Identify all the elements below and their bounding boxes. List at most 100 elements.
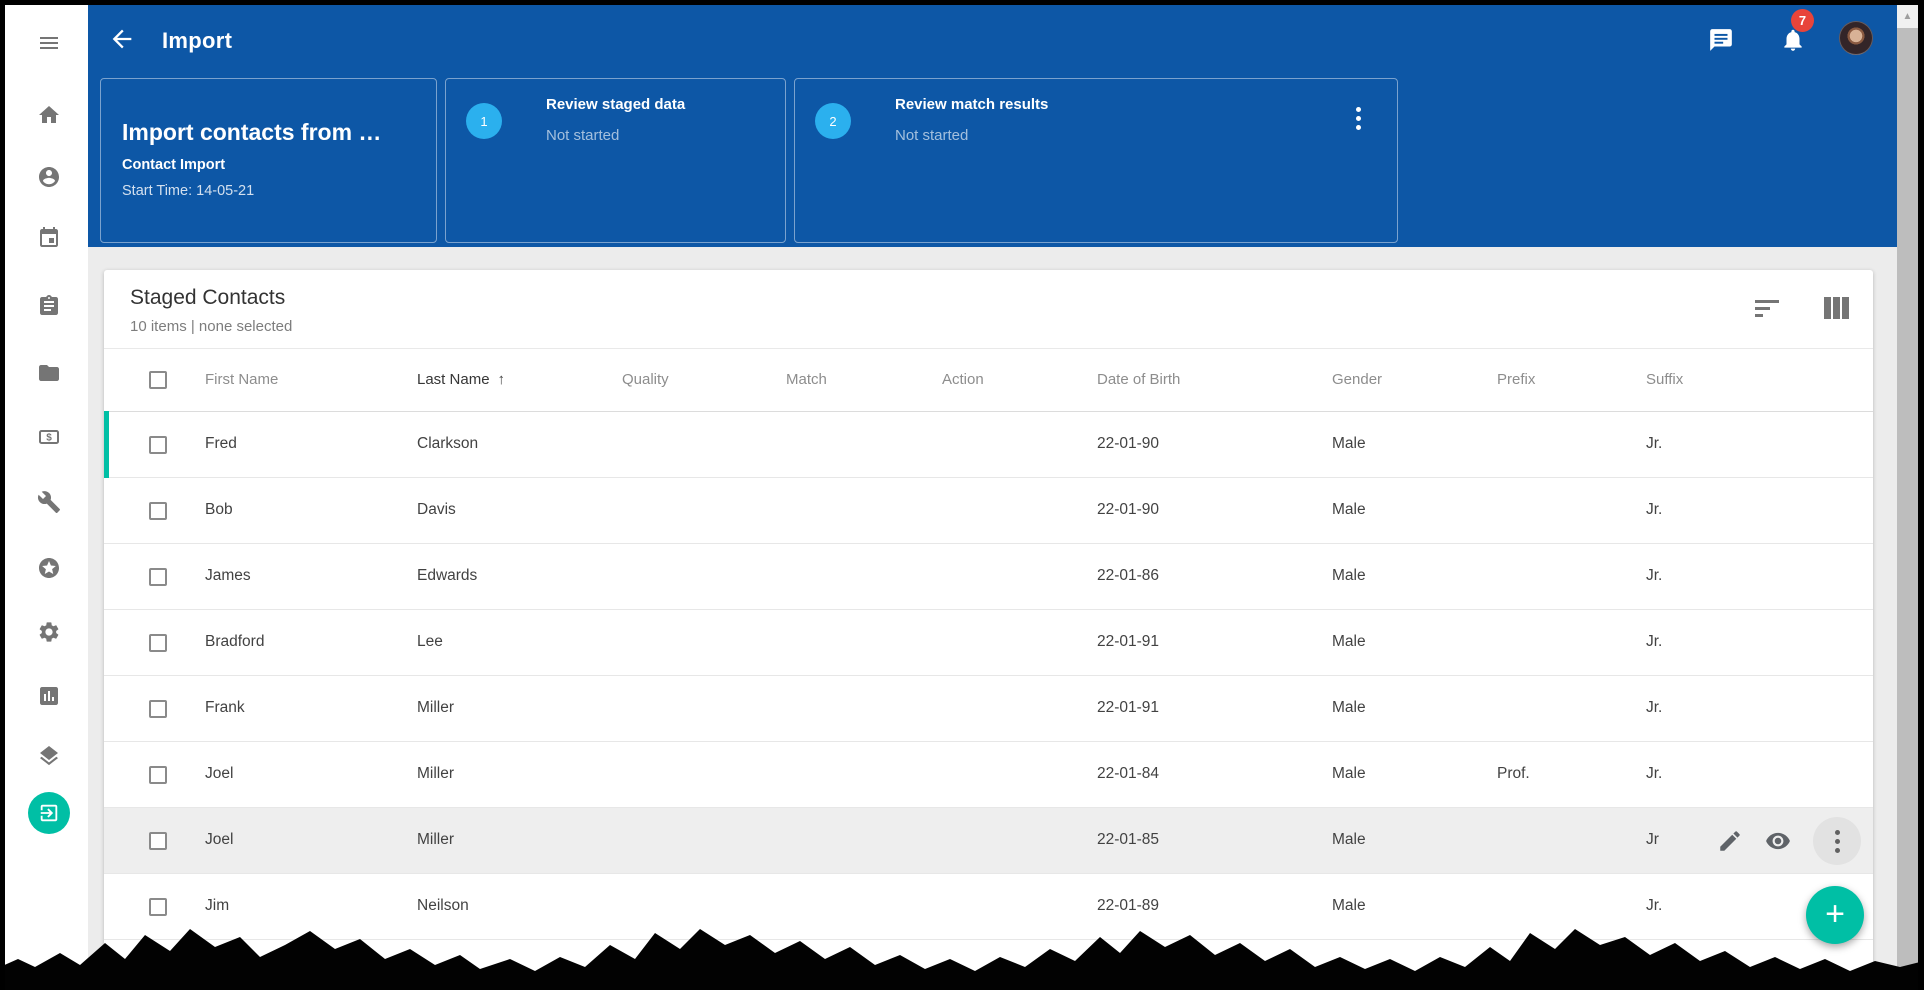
cell-last-name: Clarkson xyxy=(417,435,479,452)
import-start-time: Start Time: 14-05-21 xyxy=(122,183,255,199)
row-checkbox[interactable] xyxy=(149,502,167,520)
sort-ascending-arrow: ↑ xyxy=(497,371,506,388)
table-title: Staged Contacts xyxy=(130,286,286,309)
cell-gender: Male xyxy=(1332,897,1366,914)
column-header-quality[interactable]: Quality xyxy=(622,371,669,388)
sidebar-item-layers[interactable] xyxy=(37,744,61,768)
column-header-suffix[interactable]: Suffix xyxy=(1646,371,1683,388)
sidebar-item-calendar[interactable] xyxy=(37,226,61,250)
user-avatar[interactable] xyxy=(1839,21,1873,55)
column-header-date-of-birth[interactable]: Date of Birth xyxy=(1097,371,1180,388)
wizard-step-2-card[interactable]: 2 Review match results Not started xyxy=(794,78,1398,243)
preview-eye-icon[interactable] xyxy=(1765,828,1791,854)
table-row[interactable]: Joel Miller 22-01-84 Male Prof. Jr. xyxy=(104,742,1873,808)
cell-suffix: Jr. xyxy=(1646,567,1663,584)
row-checkbox[interactable] xyxy=(149,832,167,850)
frame-edge-right xyxy=(1918,0,1924,990)
cell-suffix: Jr. xyxy=(1646,633,1663,650)
frame-edge-top xyxy=(0,0,1924,5)
plus-icon: + xyxy=(1825,894,1845,933)
sidebar-item-tasks[interactable] xyxy=(37,294,61,318)
cell-last-name: Neilson xyxy=(417,897,469,914)
column-header-last-name[interactable]: Last Name ↑ xyxy=(417,371,505,388)
edit-pencil-icon[interactable] xyxy=(1717,828,1743,854)
row-checkbox[interactable] xyxy=(149,700,167,718)
menu-icon[interactable] xyxy=(37,31,61,55)
svg-text:$: $ xyxy=(46,433,52,444)
sidebar-item-settings[interactable] xyxy=(37,620,61,644)
sidebar-item-tools[interactable] xyxy=(37,490,61,514)
column-header-action[interactable]: Action xyxy=(942,371,984,388)
sidebar-item-featured[interactable] xyxy=(37,556,61,580)
cell-last-name: Edwards xyxy=(417,567,478,584)
wizard-more-options-icon[interactable] xyxy=(1347,107,1369,133)
table-row[interactable]: Joel Miller 22-01-85 Male Jr xyxy=(104,808,1873,874)
column-header-prefix[interactable]: Prefix xyxy=(1497,371,1535,388)
row-checkbox[interactable] xyxy=(149,766,167,784)
sidebar-item-import-active[interactable] xyxy=(28,792,70,834)
row-checkbox[interactable] xyxy=(149,898,167,916)
column-header-gender[interactable]: Gender xyxy=(1332,371,1382,388)
cell-suffix: Jr. xyxy=(1646,699,1663,716)
cell-suffix: Jr. xyxy=(1646,897,1663,914)
cell-first-name: Bob xyxy=(205,501,233,518)
sidebar-item-payments[interactable]: $ xyxy=(37,425,61,449)
scroll-up-button[interactable]: ▲ xyxy=(1897,5,1918,28)
cell-first-name: Bradford xyxy=(205,633,265,650)
row-checkbox[interactable] xyxy=(149,634,167,652)
import-summary-card: Import contacts from … Contact Import St… xyxy=(100,78,437,243)
sidebar-item-documents[interactable] xyxy=(37,361,61,385)
sidebar-item-home[interactable] xyxy=(37,103,61,127)
sidebar-item-contacts[interactable] xyxy=(37,165,61,189)
add-contact-fab[interactable]: + xyxy=(1806,886,1864,944)
columns-icon[interactable] xyxy=(1823,296,1849,320)
vertical-scrollbar[interactable]: ▲ xyxy=(1897,5,1918,990)
cell-last-name: Miller xyxy=(417,831,455,848)
table-row[interactable]: James Edwards 22-01-86 Male Jr. xyxy=(104,544,1873,610)
table-row[interactable]: Bradford Lee 22-01-91 Male Jr. xyxy=(104,610,1873,676)
column-header-match[interactable]: Match xyxy=(786,371,827,388)
page-title: Import xyxy=(162,28,233,53)
step-2-number-badge: 2 xyxy=(815,103,851,139)
table-selection-summary: 10 items | none selected xyxy=(130,318,293,335)
step-1-status: Not started xyxy=(546,127,620,144)
step-1-number-badge: 1 xyxy=(466,103,502,139)
sort-icon[interactable] xyxy=(1755,298,1781,320)
cell-date-of-birth: 22-01-91 xyxy=(1097,633,1160,650)
column-header-first-name[interactable]: First Name xyxy=(205,371,278,388)
cell-date-of-birth: 22-01-86 xyxy=(1097,567,1160,584)
table-row[interactable]: Fred Clarkson 22-01-90 Male Jr. xyxy=(104,411,1873,478)
cell-gender: Male xyxy=(1332,765,1366,782)
table-row[interactable]: Frank Miller 22-01-91 Male Jr. xyxy=(104,676,1873,742)
cell-gender: Male xyxy=(1332,699,1366,716)
cell-prefix: Prof. xyxy=(1497,765,1530,782)
cell-date-of-birth: 22-01-91 xyxy=(1097,699,1160,716)
cell-first-name: Frank xyxy=(205,699,245,716)
staged-contacts-card: Staged Contacts 10 items | none selected… xyxy=(104,270,1873,990)
cell-gender: Male xyxy=(1332,501,1366,518)
back-arrow-icon[interactable] xyxy=(108,25,136,53)
cell-date-of-birth: 22-01-84 xyxy=(1097,765,1160,782)
sidebar-item-reports[interactable] xyxy=(37,684,61,708)
cell-date-of-birth: 22-01-90 xyxy=(1097,435,1160,452)
table-row[interactable]: Bob Davis 22-01-90 Male Jr. xyxy=(104,478,1873,544)
row-more-options-icon[interactable] xyxy=(1813,817,1861,865)
cell-suffix: Jr. xyxy=(1646,435,1663,452)
import-summary-title: Import contacts from … xyxy=(122,119,382,145)
cell-date-of-birth: 22-01-90 xyxy=(1097,501,1160,518)
cell-first-name: Joel xyxy=(205,831,234,848)
select-all-checkbox[interactable] xyxy=(149,371,167,389)
cell-gender: Male xyxy=(1332,633,1366,650)
cell-first-name: Joel xyxy=(205,765,234,782)
step-2-status: Not started xyxy=(895,127,969,144)
cell-date-of-birth: 22-01-85 xyxy=(1097,831,1160,848)
row-checkbox[interactable] xyxy=(149,436,167,454)
row-checkbox[interactable] xyxy=(149,568,167,586)
cell-gender: Male xyxy=(1332,831,1366,848)
wizard-step-1-card[interactable]: 1 Review staged data Not started xyxy=(445,78,786,243)
cell-suffix: Jr. xyxy=(1646,501,1663,518)
row-hover-actions xyxy=(1717,816,1861,866)
chat-icon[interactable] xyxy=(1708,27,1734,53)
cell-gender: Male xyxy=(1332,567,1366,584)
step-1-title: Review staged data xyxy=(546,96,686,113)
